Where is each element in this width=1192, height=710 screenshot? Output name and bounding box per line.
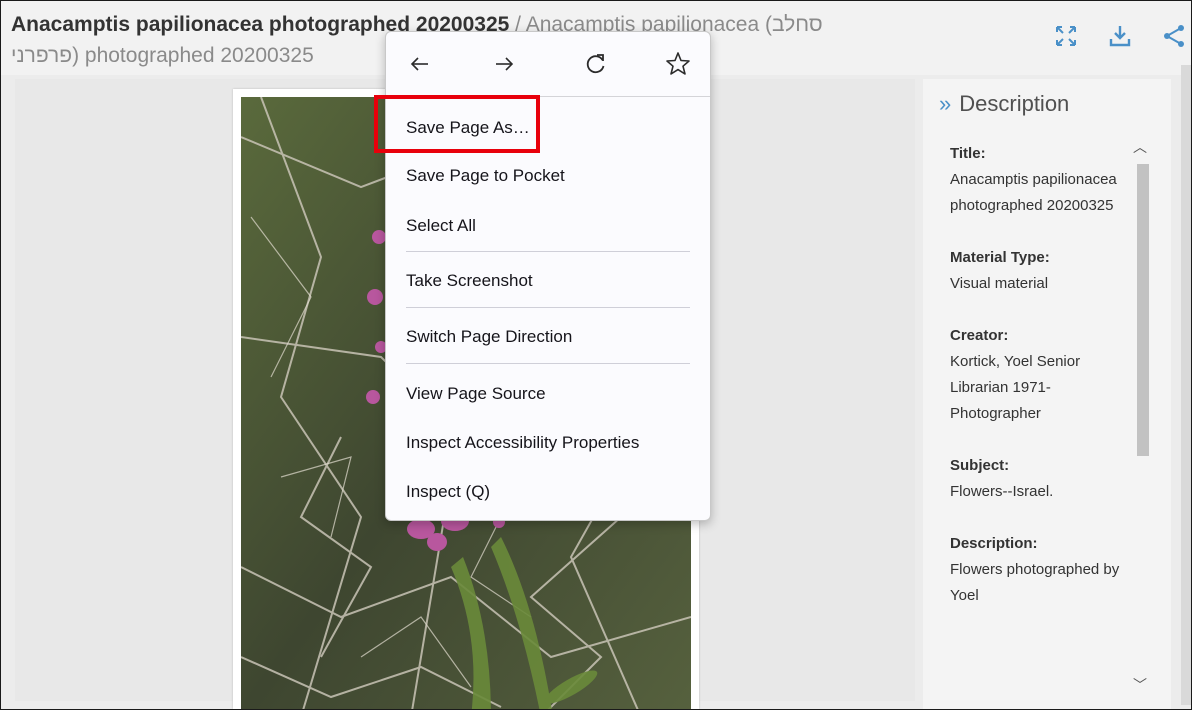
menu-switch-direction[interactable]: Switch Page Direction (386, 315, 710, 359)
menu-label: Inspect (Q) (406, 482, 491, 501)
field-creator: Creator: Kortick, Yoel Senior Librarian … (950, 323, 1130, 427)
description-heading[interactable]: » Description (939, 91, 1069, 117)
menu-view-source[interactable]: View Page Source (386, 372, 710, 416)
back-arrow-icon[interactable] (402, 46, 438, 82)
scrollbar-thumb[interactable] (1137, 164, 1149, 456)
menu-save-page-as[interactable]: Save Page As… (386, 106, 710, 150)
field-label: Material Type: (950, 249, 1050, 266)
menu-label: Take Screenshot (406, 271, 533, 290)
menu-inspect[interactable]: Inspect (Q) (386, 470, 710, 514)
field-subject: Subject: Flowers--Israel. (950, 453, 1130, 505)
scroll-down-icon[interactable]: ﹀ (1133, 675, 1147, 695)
scroll-up-icon[interactable]: ︿ (1133, 137, 1147, 157)
menu-separator (406, 307, 690, 308)
field-value: Flowers--Israel. (950, 483, 1054, 500)
field-value: Anacamptis papilionacea photographed 202… (950, 171, 1117, 214)
menu-separator (406, 363, 690, 364)
menu-inspect-accessibility[interactable]: Inspect Accessibility Properties (386, 421, 710, 465)
page-scrollbar[interactable] (1181, 65, 1191, 705)
menu-label: Save Page to Pocket (406, 166, 565, 185)
bookmark-star-icon[interactable] (660, 46, 696, 82)
field-label: Title: (950, 145, 986, 162)
description-title: Description (959, 91, 1070, 116)
field-material-type: Material Type: Visual material (950, 245, 1130, 297)
menu-separator (406, 251, 690, 252)
menu-label: Save Page As… (406, 118, 530, 137)
double-chevron-icon[interactable]: » (939, 91, 951, 116)
field-description: Description: Flowers photographed by Yoe… (950, 531, 1130, 609)
context-nav-row (386, 32, 710, 96)
menu-label: View Page Source (406, 384, 546, 403)
field-label: Subject: (950, 457, 1010, 474)
menu-label: Switch Page Direction (406, 327, 573, 346)
field-label: Creator: (950, 327, 1009, 344)
field-value: Kortick, Yoel Senior Librarian 1971- Pho… (950, 353, 1081, 422)
field-label: Description: (950, 535, 1038, 552)
menu-label: Select All (406, 216, 476, 235)
field-title: Title: Anacamptis papilionacea photograp… (950, 141, 1130, 219)
download-icon[interactable] (1107, 23, 1133, 49)
expand-icon[interactable] (1053, 23, 1079, 49)
field-value: Visual material (950, 275, 1049, 292)
forward-arrow-icon[interactable] (486, 46, 522, 82)
context-menu: Save Page As… Save Page to Pocket Select… (385, 31, 711, 521)
description-fields: Title: Anacamptis papilionacea photograp… (950, 141, 1130, 635)
menu-save-to-pocket[interactable]: Save Page to Pocket (386, 154, 710, 198)
share-icon[interactable] (1161, 23, 1187, 49)
title-hebrew: פרפרני (11, 44, 73, 67)
menu-separator (386, 96, 710, 97)
menu-select-all[interactable]: Select All (386, 204, 710, 248)
menu-take-screenshot[interactable]: Take Screenshot (386, 259, 710, 303)
description-panel: » Description Title: Anacamptis papiliona… (923, 79, 1171, 709)
field-value: Flowers photographed by Yoel (950, 561, 1120, 604)
app-frame: Anacamptis papilionacea photographed 202… (0, 0, 1192, 710)
reload-icon[interactable] (578, 46, 614, 82)
title-line2: ) photographed 20200325 (72, 44, 314, 67)
menu-label: Inspect Accessibility Properties (406, 433, 640, 452)
